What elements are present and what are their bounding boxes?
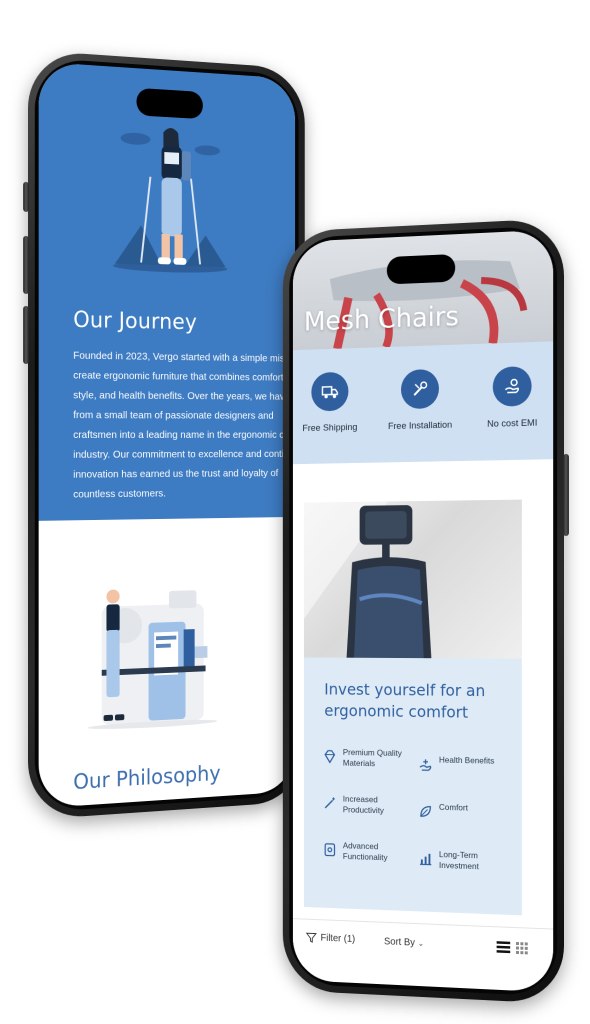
benefit-label: Advanced Functionality xyxy=(342,840,388,863)
tools-icon xyxy=(400,368,439,410)
benefit-health: Health Benefits xyxy=(418,754,506,773)
hand-coin-icon xyxy=(492,366,532,407)
hero-banner: Mesh Chairs xyxy=(292,229,554,351)
chevron-down-icon: ⌄ xyxy=(417,938,424,948)
journey-line: countless customers. xyxy=(73,487,166,501)
diamond-icon xyxy=(322,749,337,765)
list-view-icon[interactable] xyxy=(496,941,511,954)
benefit-long-term-investment: Long-Term Investment xyxy=(418,849,506,874)
volume-down-button xyxy=(23,305,29,365)
benefit-premium-quality: Premium Quality Materials xyxy=(322,747,408,770)
action-button xyxy=(23,181,29,213)
filter-sort-bar: Filter (1) Sort By ⌄ xyxy=(292,918,554,979)
power-button xyxy=(563,453,569,537)
leaf-icon xyxy=(418,803,433,819)
benefits-heading: Invest yourself for an ergonomic comfort xyxy=(324,679,486,722)
philosophy-heading: Our Philosophy xyxy=(73,761,221,795)
right-phone-mockup: Mesh Chairs Free Shipping Free Installat… xyxy=(282,218,569,1004)
left-phone-mockup: Our Journey Founded in 2023, Vergo start… xyxy=(23,50,305,820)
journey-line: create ergonomic furniture that combines… xyxy=(73,369,286,384)
gear-doc-icon xyxy=(322,842,337,858)
filter-label: Filter (1) xyxy=(320,932,356,945)
volume-up-button xyxy=(23,235,29,295)
journey-heading: Our Journey xyxy=(73,308,197,336)
journey-line: innovation has earned us the trust and l… xyxy=(73,467,279,481)
feature-no-cost-emi: No cost EMI xyxy=(468,365,553,430)
benefits-panel: Invest yourself for an ergonomic comfort… xyxy=(303,657,522,916)
feature-label: No cost EMI xyxy=(487,417,538,430)
journey-section: Our Journey Founded in 2023, Vergo start… xyxy=(38,61,296,521)
benefit-label: Premium Quality Materials xyxy=(342,747,402,769)
dynamic-island xyxy=(386,253,456,285)
journey-line: craftsmen into a leading name in the erg… xyxy=(73,429,295,441)
feature-free-shipping: Free Shipping xyxy=(293,371,373,434)
benefit-comfort: Comfort xyxy=(418,801,506,821)
left-phone-screen: Our Journey Founded in 2023, Vergo start… xyxy=(38,61,296,809)
filter-icon xyxy=(306,931,317,943)
benefit-productivity: Increased Productivity xyxy=(322,793,408,817)
health-hand-icon xyxy=(418,756,433,772)
magic-wand-icon xyxy=(322,795,337,811)
features-bar: Free Shipping Free Installation No cost … xyxy=(292,341,554,465)
journey-paragraph: Founded in 2023, Vergo started with a si… xyxy=(73,346,295,505)
category-title: Mesh Chairs xyxy=(303,301,459,338)
dynamic-island xyxy=(136,87,203,120)
feature-label: Free Installation xyxy=(387,419,453,433)
chair-illustration xyxy=(303,501,432,659)
journey-line: industry. Our commitment to excellence a… xyxy=(73,448,289,461)
chart-icon xyxy=(418,853,433,867)
benefit-label: Comfort xyxy=(438,801,468,813)
journey-line: style, and health benefits. Over the yea… xyxy=(73,389,296,403)
sort-label: Sort By xyxy=(384,936,415,949)
right-phone-screen: Mesh Chairs Free Shipping Free Installat… xyxy=(292,229,554,993)
benefit-label: Health Benefits xyxy=(438,754,495,766)
mesh-chair-image[interactable] xyxy=(303,499,522,659)
worker-illustration xyxy=(87,589,218,731)
feature-free-installation: Free Installation xyxy=(376,368,463,432)
benefit-advanced-functionality: Advanced Functionality xyxy=(322,840,408,864)
sort-button[interactable]: Sort By ⌄ xyxy=(384,936,424,948)
feature-label: Free Shipping xyxy=(302,422,358,435)
benefit-label: Increased Productivity xyxy=(342,793,384,816)
journey-line: from a small team of passionate designer… xyxy=(73,409,274,422)
benefit-label: Long-Term Investment xyxy=(438,849,479,872)
filter-button[interactable]: Filter (1) xyxy=(306,931,355,945)
hiker-illustration xyxy=(113,127,228,274)
truck-icon xyxy=(311,371,349,412)
view-toggle xyxy=(496,941,528,955)
grid-view-icon[interactable] xyxy=(516,941,528,955)
